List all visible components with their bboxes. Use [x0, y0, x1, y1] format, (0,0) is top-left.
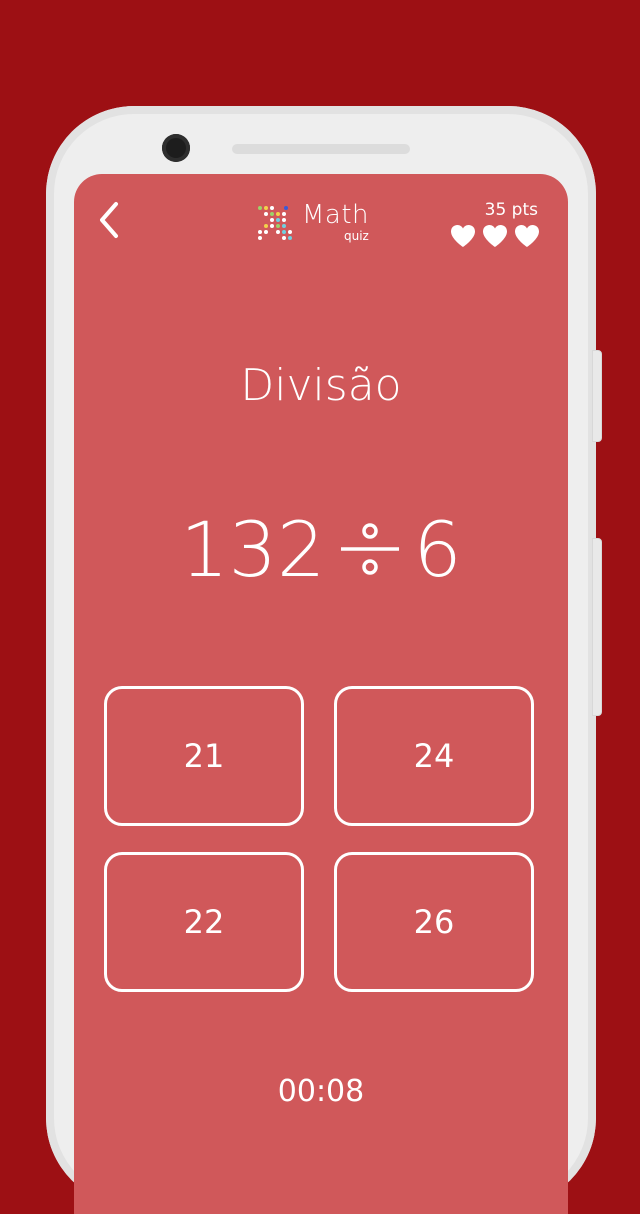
answer-option-1[interactable]: 21	[104, 686, 304, 826]
volume-button	[592, 350, 602, 442]
operation-title: Divisão	[240, 360, 402, 411]
points-display: 35 pts	[484, 200, 538, 220]
answer-option-3[interactable]: 22	[104, 852, 304, 992]
earpiece-speaker	[232, 144, 410, 154]
back-button[interactable]	[96, 198, 126, 242]
timer: 00:08	[277, 1074, 365, 1109]
heart-icon	[483, 225, 507, 247]
operand-b: 6	[413, 504, 462, 594]
heart-icon	[515, 225, 539, 247]
question-expression: 132 6	[74, 504, 568, 594]
phone-frame: Math quiz 35 pts Divisão 132 6 21 24 22 …	[46, 106, 602, 1214]
division-icon	[341, 523, 400, 575]
power-button	[592, 538, 602, 716]
answer-option-2[interactable]: 24	[334, 686, 534, 826]
operand-a: 132	[180, 504, 326, 594]
heart-icon	[451, 225, 475, 247]
app-logo: Math quiz	[256, 200, 386, 246]
lives-indicator	[450, 224, 540, 248]
app-screen: Math quiz 35 pts Divisão 132 6 21 24 22 …	[74, 174, 568, 1214]
answer-option-4[interactable]: 26	[334, 852, 534, 992]
front-camera	[162, 134, 190, 162]
logo-subtitle: quiz	[344, 229, 369, 243]
chevron-left-icon	[100, 202, 118, 238]
logo-dots-icon	[258, 206, 292, 240]
logo-title: Math	[302, 200, 370, 230]
